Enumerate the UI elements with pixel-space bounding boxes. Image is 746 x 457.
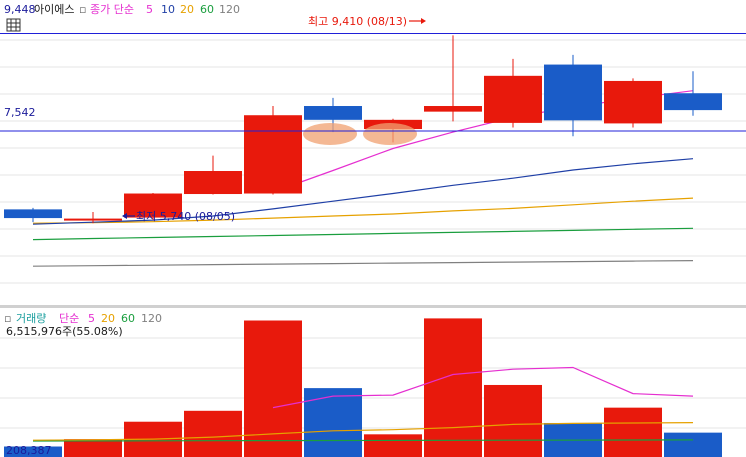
high-arrow-icon [409,18,426,24]
table-icon[interactable] [6,18,21,32]
gap-highlights [303,122,417,145]
legend-ma20: 20 [180,3,194,16]
candle-body [64,218,122,221]
price-legend-marker: ▫ [79,3,86,16]
price-ma-label: 종가 단순 [90,3,134,16]
volume-bar [304,388,362,457]
volume-bar [424,318,482,457]
price-grid [0,39,746,284]
legend-ma10: 10 [161,3,175,16]
ma120-line [32,260,694,267]
highlight-ellipse [363,122,417,145]
volume-legend-marker: ▫ [4,312,11,325]
candle [4,207,62,223]
volume-legend: ▫ 거래량 단순 5 20 60 120 [4,312,162,325]
stock-chart[interactable]: 9,448 아이에스 ▫ 종가 단순 5 10 20 60 120 7,542 … [0,0,746,457]
candle-body [4,209,62,219]
vol-legend-ma20: 20 [101,312,115,325]
vol-legend-ma120: 120 [141,312,162,325]
candle [544,54,602,137]
candle-body [244,115,302,194]
high-annotation: 최고 9,410 (08/13) [308,15,407,28]
volume-bottom-label: 208,387 [6,444,52,457]
volume-label: 거래량 [16,312,46,325]
volume-bars [4,318,722,457]
candle [184,155,242,195]
candle [664,71,722,116]
ma60-line [32,227,694,241]
price-top-label: 9,448 [4,3,36,16]
volume-bar [364,434,422,457]
legend-ma120: 120 [219,3,240,16]
legend-ma5: 5 [146,3,153,16]
highlight-ellipse [303,122,357,145]
volume-bar [604,407,662,457]
vol-legend-ma5: 5 [88,312,95,325]
vol-legend-ma60: 60 [121,312,135,325]
candle-body [484,75,542,123]
low-annotation: 최저 5,740 (08/05) [136,210,235,223]
candle [604,78,662,128]
stock-name: 아이에스 [34,3,74,16]
candle [484,58,542,128]
price-legend: 9,448 아이에스 ▫ 종가 단순 5 10 20 60 120 [4,3,240,16]
candle-body [544,64,602,121]
volume-bar [664,432,722,457]
legend-ma60: 60 [200,3,214,16]
volume-bar [244,320,302,457]
price-ref-label: 7,542 [4,106,36,119]
volume-bar [64,439,122,457]
volume-bar [484,384,542,457]
candle-body [304,106,362,120]
candle-body [184,171,242,195]
volume-info: 6,515,976주(55.08%) [6,325,123,338]
candle-body [604,80,662,124]
volume-ma-label: 단순 [59,312,79,325]
candle-body [664,93,722,111]
candle-body [424,106,482,112]
candle [244,106,302,195]
volume-bar [184,410,242,457]
candle [424,35,482,122]
candles [4,35,722,224]
panel-divider[interactable] [0,305,746,308]
